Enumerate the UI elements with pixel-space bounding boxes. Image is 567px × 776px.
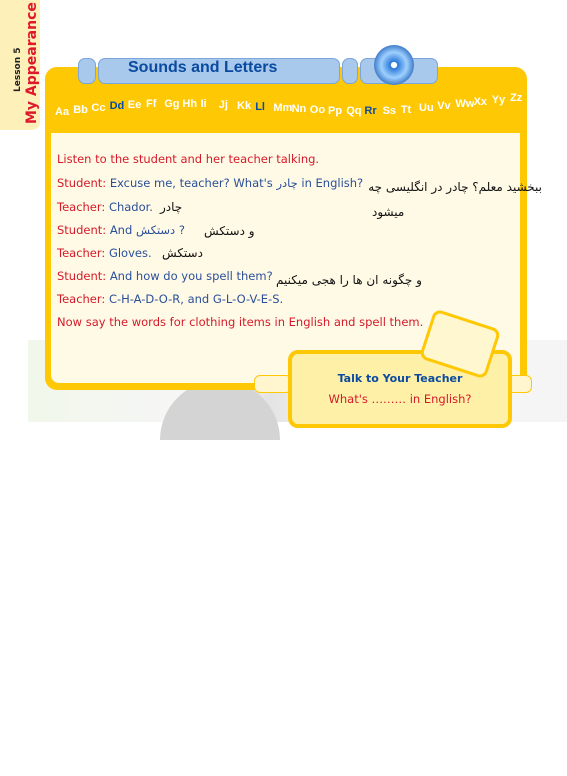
cd-icon[interactable] [374, 45, 414, 85]
alphabet-letter: Jj [218, 98, 228, 111]
translation: و دستکش [204, 224, 255, 238]
alphabet-letter: Gg [164, 97, 180, 110]
closing-instruction: Now say the words for clothing items in … [57, 315, 424, 329]
utterance: Gloves. [108, 246, 152, 260]
translation: چادر [160, 200, 183, 214]
lesson-number: Lesson 5 [13, 47, 23, 92]
dialog-line: Student: And how do you spell them? [57, 269, 273, 283]
alphabet-letter: Xx [473, 96, 488, 109]
lesson-title: My Appearance [24, 2, 40, 124]
dialog-line: Student: Excuse me, teacher? What's چادر… [57, 176, 363, 190]
alphabet-letter: Cc [91, 102, 106, 115]
translation: ببخشید معلم؟ چادر در انگلیسی چه [368, 180, 542, 194]
alphabet-letter: Bb [73, 103, 88, 116]
speaker: Student: [57, 176, 107, 190]
alphabet-letter: Ll [255, 100, 265, 113]
alphabet-letter: Oo [309, 104, 326, 117]
alphabet-letter: Aa [55, 106, 70, 118]
utterance: And how do you spell them? [109, 269, 273, 283]
section-title: Sounds and Letters [128, 59, 278, 76]
translation: دستکش [162, 246, 203, 260]
translation: میشود [372, 205, 405, 219]
talk-box-tab-left [254, 375, 292, 393]
utterance: And دستکش ? [109, 223, 185, 237]
alphabet-letter: Yy [491, 94, 506, 107]
utterance: Chador. [108, 200, 153, 214]
alphabet-letter: Mm [273, 102, 293, 115]
alphabet-letter: Ss [382, 104, 397, 117]
dialog-line: Student: And دستکش ? [57, 223, 185, 237]
alphabet-letter: Vv [437, 100, 451, 113]
speaker: Teacher: [57, 200, 106, 214]
speaker: Student: [57, 269, 107, 283]
alphabet-letter: Ii [200, 97, 207, 110]
dialog-line: Teacher: Gloves. [57, 246, 152, 260]
alphabet-letter: Tt [400, 103, 412, 116]
alphabet-letter: Qq [346, 105, 362, 118]
alphabet-letter: Zz [510, 92, 523, 105]
translation: و چگونه ان ها را هجی میکنیم [276, 273, 422, 287]
utterance: C-H-A-D-O-R, and G-L-O-V-E-S. [108, 292, 284, 306]
speaker: Teacher: [57, 246, 106, 260]
speaker: Student: [57, 223, 107, 237]
alphabet-letter: Hh [182, 97, 198, 110]
alphabet-letter: Pp [328, 105, 343, 118]
alphabet-letter: Uu [419, 102, 434, 115]
instruction: Listen to the student and her teacher ta… [57, 152, 320, 166]
alphabet-letter: Kk [237, 99, 252, 112]
talk-box-prompt: What's ……… in English? [328, 392, 472, 406]
alphabet-letter: Ww [455, 98, 475, 111]
alphabet-strip: Aa Bb Cc Dd Ee Ff Gg Hh Ii Jj Kk Ll Mm Nn Oo Pp Qq Rr Ss Tt… [55, 86, 525, 126]
utterance: Excuse me, teacher? What's چادر in Engli… [109, 176, 364, 190]
dialog-line: Teacher: Chador. [57, 200, 153, 214]
speaker: Teacher: [57, 292, 106, 306]
alphabet-letter: Rr [364, 105, 377, 118]
dialog-line: Teacher: C-H-A-D-O-R, and G-L-O-V-E-S. [57, 292, 283, 306]
alphabet-letter: Dd [109, 100, 125, 113]
lesson-tab: Lesson 5 My Appearance [0, 0, 40, 130]
alphabet-letter: Ff [146, 98, 157, 111]
alphabet-letter: Nn [291, 103, 307, 116]
alphabet-letter: Ee [127, 99, 142, 112]
